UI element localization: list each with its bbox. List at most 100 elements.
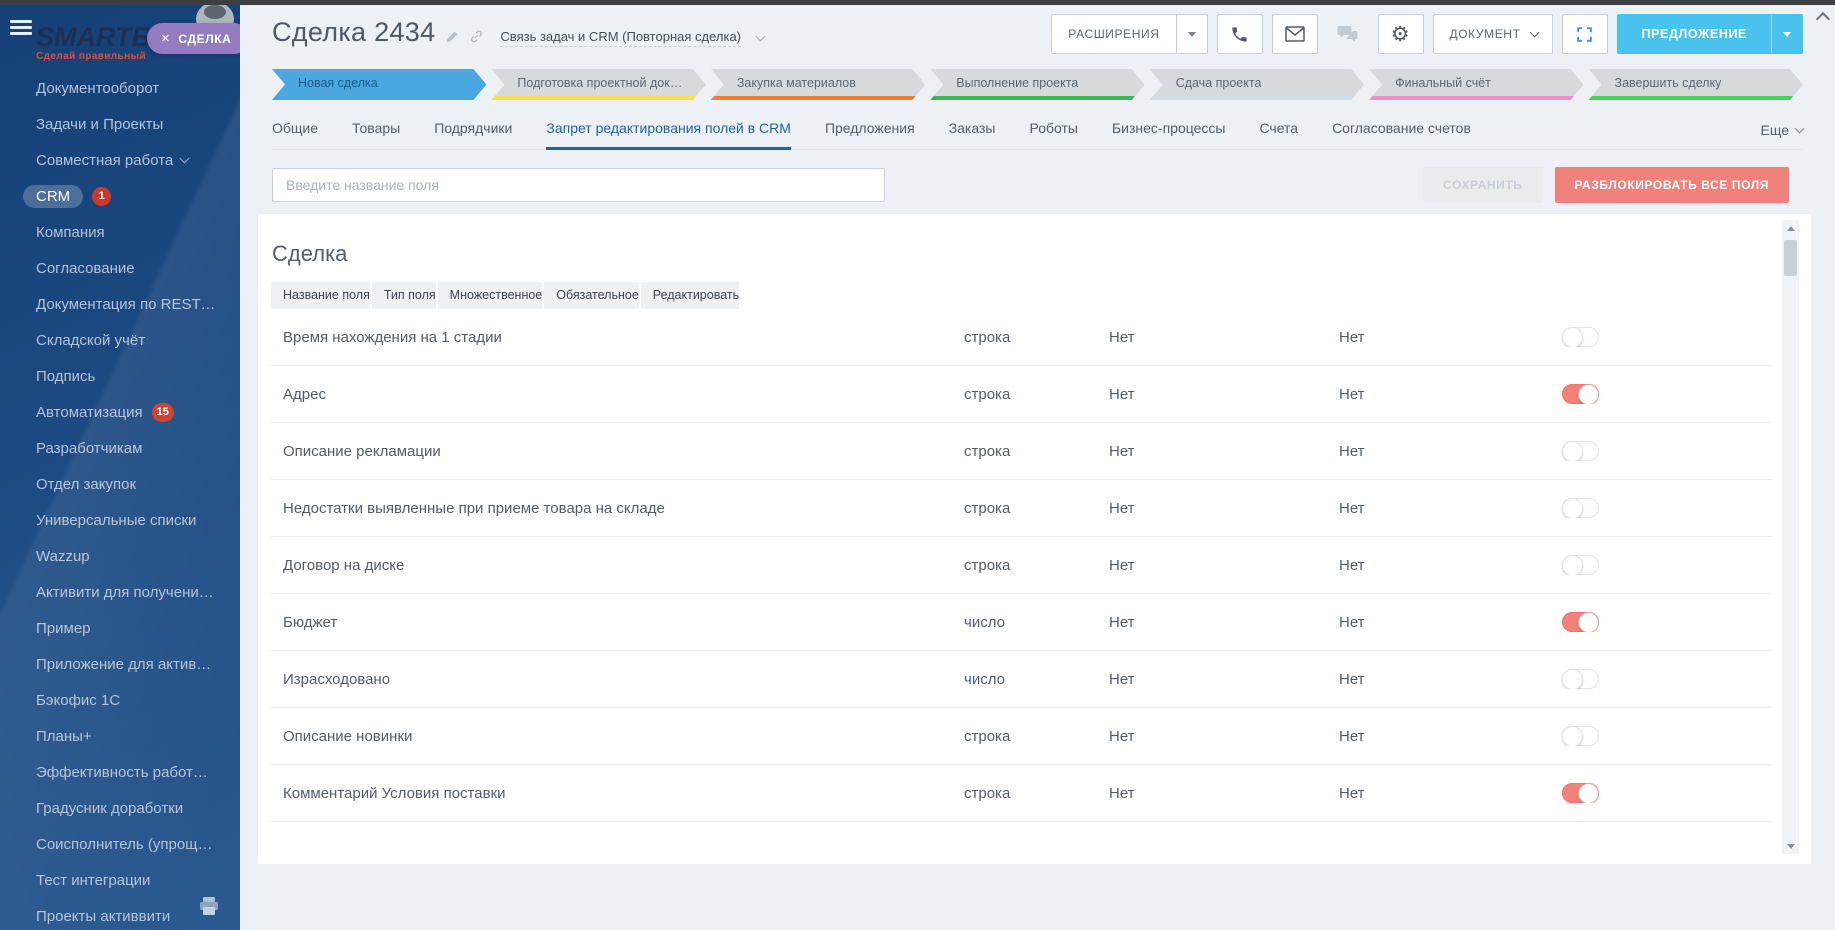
deal-stage[interactable]: Финальный счёт: [1369, 69, 1583, 100]
tab[interactable]: Общие: [272, 120, 318, 150]
sidebar-item[interactable]: Тест интеграции: [0, 862, 240, 898]
field-name: Договор на диске: [271, 557, 952, 574]
scrollbar-down-icon[interactable]: [1782, 838, 1799, 854]
save-button[interactable]: СОХРАНИТЬ: [1423, 167, 1543, 203]
deal-stage[interactable]: Завершить сделку: [1589, 69, 1803, 100]
document-button[interactable]: ДОКУМЕНТ: [1433, 14, 1553, 54]
tab[interactable]: Запрет редактирования полей в CRM: [546, 120, 791, 150]
edit-toggle[interactable]: [1562, 612, 1599, 632]
dropdown-caret-icon[interactable]: [1772, 32, 1802, 37]
sidebar-item[interactable]: Планы+: [0, 718, 240, 754]
sidebar-item[interactable]: Пример: [0, 610, 240, 646]
field-name: Описание новинки: [271, 728, 952, 745]
chevron-down-icon[interactable]: [756, 32, 766, 42]
field-type: число: [952, 671, 1097, 688]
edit-toggle[interactable]: [1562, 327, 1599, 347]
printer-icon[interactable]: [198, 896, 220, 916]
deal-slider-pill[interactable]: × СДЕЛКА: [147, 23, 240, 54]
sidebar-item[interactable]: Универсальные списки: [0, 502, 240, 538]
scrollbar-up-icon[interactable]: [1782, 220, 1799, 236]
deal-stage[interactable]: Новая сделка: [272, 69, 486, 100]
field-search-input[interactable]: [272, 168, 885, 202]
tab[interactable]: Товары: [352, 120, 400, 150]
sidebar-item[interactable]: Документооборот: [0, 70, 240, 106]
dropdown-caret-icon[interactable]: [1177, 32, 1207, 37]
sidebar-item[interactable]: Приложение для активити: [0, 646, 240, 682]
stage-color-strip: [272, 96, 486, 100]
sidebar-item[interactable]: Складской учёт: [0, 322, 240, 358]
tab[interactable]: Роботы: [1029, 120, 1077, 150]
tab[interactable]: Счета: [1259, 120, 1298, 150]
sidebar-item[interactable]: Задачи и Проекты: [0, 106, 240, 142]
field-multiple: Нет: [1097, 329, 1327, 346]
tab-bar: Общие Товары Подрядчики Запрет редактиро…: [272, 120, 1803, 150]
unlock-all-button[interactable]: РАЗБЛОКИРОВАТЬ ВСЕ ПОЛЯ: [1555, 167, 1790, 203]
edit-toggle[interactable]: [1562, 669, 1599, 689]
stage-color-strip: [1150, 96, 1364, 100]
sidebar-item[interactable]: Отдел закупок: [0, 466, 240, 502]
sidebar-item[interactable]: Градусник доработки: [0, 790, 240, 826]
sidebar-item[interactable]: Соисполнитель (упрощё...: [0, 826, 240, 862]
field-type: строка: [952, 329, 1097, 346]
field-type: строка: [952, 443, 1097, 460]
sidebar-item[interactable]: Разработчикам: [0, 430, 240, 466]
stage-color-strip: [1369, 96, 1583, 100]
table-row: Израсходовано число Нет Нет: [271, 651, 1772, 708]
proposal-button[interactable]: ПРЕДЛОЖЕНИЕ: [1617, 14, 1803, 54]
header-actions: РАСШИРЕНИЯ ⚙: [1051, 13, 1803, 55]
phone-button[interactable]: [1217, 14, 1263, 54]
field-multiple: Нет: [1097, 557, 1327, 574]
sidebar-item[interactable]: Wazzup: [0, 538, 240, 574]
sidebar-item[interactable]: Активити для получения...: [0, 574, 240, 610]
deal-stage[interactable]: Подготовка проектной документ...: [491, 69, 705, 100]
edit-pencil-icon[interactable]: [445, 30, 459, 44]
link-icon[interactable]: [469, 29, 484, 44]
tab[interactable]: Заказы: [949, 120, 996, 150]
chat-button[interactable]: [1327, 14, 1369, 54]
field-type: строка: [952, 500, 1097, 517]
field-multiple: Нет: [1097, 443, 1327, 460]
expand-button[interactable]: [1562, 14, 1608, 54]
deal-stage[interactable]: Сдача проекта: [1150, 69, 1364, 100]
sidebar-item[interactable]: Эффективность работы с...: [0, 754, 240, 790]
edit-toggle[interactable]: [1562, 555, 1599, 575]
sidebar-item[interactable]: Документация по REST A...: [0, 286, 240, 322]
sidebar-item[interactable]: Совместная работа: [0, 142, 240, 178]
sidebar-item[interactable]: CRM 1: [0, 178, 240, 214]
stage-color-strip: [930, 96, 1144, 100]
table-scrollbar[interactable]: [1782, 220, 1799, 854]
sidebar-item[interactable]: Автоматизация 15: [0, 394, 240, 430]
field-required: Нет: [1327, 728, 1550, 745]
sidebar-item[interactable]: Бэкофис 1С: [0, 682, 240, 718]
field-type: строка: [952, 557, 1097, 574]
extensions-button[interactable]: РАСШИРЕНИЯ: [1051, 14, 1207, 54]
edit-toggle[interactable]: [1562, 783, 1599, 803]
field-name: Комментарий Условия поставки: [271, 785, 952, 802]
tab[interactable]: Подрядчики: [434, 120, 512, 150]
sidebar-item[interactable]: Компания: [0, 214, 240, 250]
table-row: Договор на диске строка Нет Нет: [271, 537, 1772, 594]
email-button[interactable]: [1272, 14, 1318, 54]
sidebar-item[interactable]: Подпись: [0, 358, 240, 394]
edit-toggle[interactable]: [1562, 726, 1599, 746]
counter-badge: 15: [152, 403, 174, 422]
edit-toggle[interactable]: [1562, 441, 1599, 461]
deal-stage[interactable]: Закупка материалов: [711, 69, 925, 100]
tab-more[interactable]: Еще: [1761, 122, 1804, 149]
field-multiple: Нет: [1097, 386, 1327, 403]
settings-button[interactable]: ⚙: [1378, 14, 1424, 54]
related-link[interactable]: Связь задач и CRM (Повторная сделка): [500, 29, 741, 47]
tab[interactable]: Согласование счетов: [1332, 120, 1471, 150]
close-icon[interactable]: ×: [161, 30, 170, 47]
deal-stage[interactable]: Выполнение проекта: [930, 69, 1144, 100]
fields-card: Сделка Название поля Тип поля Множествен…: [258, 214, 1811, 864]
tab[interactable]: Бизнес-процессы: [1112, 120, 1225, 150]
scrollbar-thumb[interactable]: [1784, 240, 1797, 276]
field-name: Время нахождения на 1 стадии: [271, 329, 952, 346]
field-name: Недостатки выявленные при приеме товара …: [271, 500, 952, 517]
sidebar-item[interactable]: Согласование: [0, 250, 240, 286]
edit-toggle[interactable]: [1562, 384, 1599, 404]
hamburger-menu-icon[interactable]: [10, 20, 32, 36]
edit-toggle[interactable]: [1562, 498, 1599, 518]
tab[interactable]: Предложения: [825, 120, 915, 150]
